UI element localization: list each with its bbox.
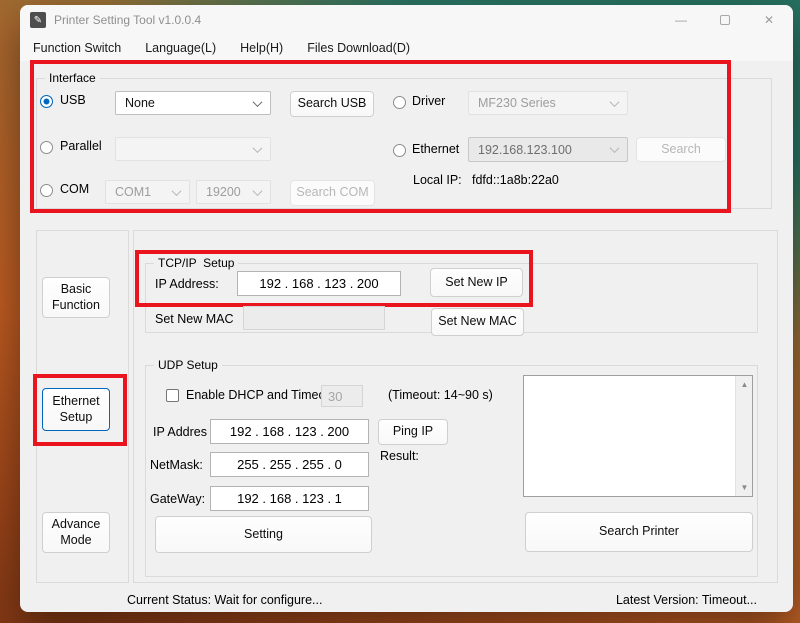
com-port-dropdown: COM1 — [105, 180, 190, 204]
scroll-up-icon[interactable]: ▲ — [736, 376, 753, 393]
gateway-input[interactable]: 192 . 168 . 123 . 1 — [210, 486, 369, 511]
result-label: Result: — [380, 449, 419, 463]
ethernet-ip-value: 192.168.123.100 — [478, 143, 572, 157]
sidebar-advance-mode-button[interactable]: Advance Mode — [42, 512, 110, 553]
menu-language[interactable]: Language(L) — [145, 41, 216, 55]
printer-setting-tool-window: ✎ Printer Setting Tool v1.0.0.4 — ✕ Func… — [20, 5, 793, 612]
driver-value: MF230 Series — [478, 96, 556, 110]
com-baud-dropdown: 19200 — [196, 180, 271, 204]
close-icon: ✕ — [764, 13, 774, 27]
chevron-down-icon — [253, 143, 263, 153]
com-radio[interactable] — [40, 184, 53, 197]
com-label: COM — [60, 182, 89, 196]
search-ethernet-button: Search — [636, 137, 726, 162]
menu-help[interactable]: Help(H) — [240, 41, 283, 55]
window-title: Printer Setting Tool v1.0.0.4 — [54, 13, 201, 27]
app-icon-glyph: ✎ — [34, 15, 42, 26]
com-port-value: COM1 — [115, 185, 151, 199]
menu-files-download[interactable]: Files Download(D) — [307, 41, 410, 55]
menu-function-switch[interactable]: Function Switch — [33, 41, 121, 55]
netmask-label: NetMask: — [150, 458, 203, 472]
set-new-mac-button[interactable]: Set New MAC — [431, 308, 524, 336]
parallel-dropdown — [115, 137, 271, 161]
gateway-label: GateWay: — [150, 492, 205, 506]
status-current: Current Status: Wait for configure... — [127, 593, 322, 607]
ip-address-input[interactable]: 192 . 168 . 123 . 200 — [237, 271, 401, 296]
parallel-label: Parallel — [60, 139, 102, 153]
usb-device-dropdown[interactable]: None — [115, 91, 271, 115]
search-usb-button[interactable]: Search USB — [290, 91, 374, 117]
set-new-mac-label: Set New MAC — [155, 312, 234, 326]
close-button[interactable]: ✕ — [747, 5, 791, 35]
udp-group-label: UDP Setup — [154, 358, 222, 372]
maximize-icon — [720, 15, 730, 25]
com-baud-value: 19200 — [206, 185, 241, 199]
driver-radio[interactable] — [393, 96, 406, 109]
ethernet-radio[interactable] — [393, 144, 406, 157]
set-new-ip-button[interactable]: Set New IP — [430, 268, 523, 297]
app-icon: ✎ — [30, 12, 46, 28]
ethernet-ip-dropdown: 192.168.123.100 — [468, 137, 628, 162]
setting-button[interactable]: Setting — [155, 516, 372, 553]
ping-ip-button[interactable]: Ping IP — [378, 419, 448, 445]
ip-address-label: IP Address: — [155, 277, 219, 291]
minimize-button[interactable]: — — [659, 5, 703, 35]
usb-device-value: None — [125, 96, 155, 110]
usb-label: USB — [60, 93, 86, 107]
tcpip-group-label: TCP/IP Setup — [154, 256, 238, 270]
interface-group-label: Interface — [45, 71, 100, 85]
maximize-button[interactable] — [703, 5, 747, 35]
search-printer-button[interactable]: Search Printer — [525, 512, 753, 552]
enable-dhcp-checkbox[interactable] — [166, 389, 179, 402]
udp-ip-input[interactable]: 192 . 168 . 123 . 200 — [210, 419, 369, 444]
driver-label: Driver — [412, 94, 445, 108]
chevron-down-icon — [253, 97, 263, 107]
driver-dropdown: MF230 Series — [468, 91, 628, 115]
chevron-down-icon — [172, 186, 182, 196]
title-bar: ✎ Printer Setting Tool v1.0.0.4 — ✕ — [20, 5, 793, 35]
chevron-down-icon — [253, 186, 263, 196]
scrollbar[interactable]: ▲ ▼ — [735, 376, 752, 496]
parallel-radio[interactable] — [40, 141, 53, 154]
dhcp-timeout-input: 30 — [321, 385, 363, 407]
menu-bar: Function Switch Language(L) Help(H) File… — [20, 35, 793, 61]
search-com-button: Search COM — [290, 180, 375, 206]
scroll-down-icon[interactable]: ▼ — [736, 479, 753, 496]
usb-radio[interactable] — [40, 95, 53, 108]
sidebar-basic-function-button[interactable]: Basic Function — [42, 277, 110, 318]
minimize-icon: — — [675, 13, 687, 27]
netmask-input[interactable]: 255 . 255 . 255 . 0 — [210, 452, 369, 477]
sidebar-ethernet-setup-button[interactable]: Ethernet Setup — [42, 388, 110, 431]
chevron-down-icon — [610, 97, 620, 107]
window-controls: — ✕ — [659, 5, 791, 35]
ethernet-label: Ethernet — [412, 142, 459, 156]
printer-list-box[interactable]: ▲ ▼ — [523, 375, 753, 497]
status-latest-version: Latest Version: Timeout... — [616, 593, 757, 607]
udp-ip-label: IP Addres — [153, 425, 207, 439]
local-ip-value: fdfd::1a8b:22a0 — [472, 173, 559, 187]
mac-input — [243, 306, 385, 330]
local-ip-label: Local IP: — [413, 173, 462, 187]
timeout-hint-label: (Timeout: 14~90 s) — [388, 388, 493, 402]
chevron-down-icon — [610, 143, 620, 153]
enable-dhcp-label: Enable DHCP and Timeout — [186, 388, 336, 402]
